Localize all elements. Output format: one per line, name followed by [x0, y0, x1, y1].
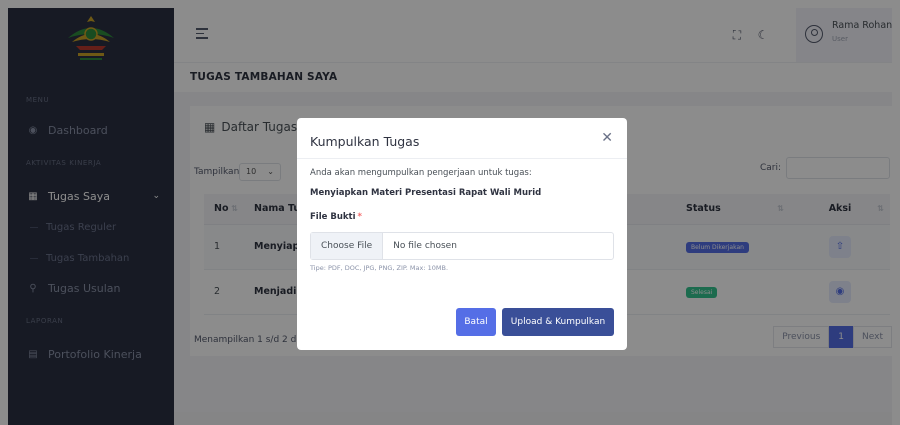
- choose-file-button[interactable]: Choose File: [311, 233, 384, 259]
- cancel-button[interactable]: Batal: [456, 308, 496, 336]
- file-label-text: File Bukti: [310, 212, 356, 222]
- modal-task-name: Menyiapkan Materi Presentasi Rapat Wali …: [310, 188, 542, 198]
- file-status: No file chosen: [393, 241, 457, 251]
- modal-divider: [297, 158, 627, 159]
- file-label: File Bukti *: [310, 212, 362, 222]
- file-hint: Tipe: PDF, DOC, JPG, PNG, ZIP. Max: 10MB…: [310, 264, 449, 272]
- close-icon[interactable]: ✕: [601, 130, 613, 146]
- submit-task-modal: Kumpulkan Tugas ✕ Anda akan mengumpulkan…: [297, 118, 627, 350]
- upload-submit-button[interactable]: Upload & Kumpulkan: [502, 308, 614, 336]
- file-input[interactable]: Choose File No file chosen: [310, 232, 614, 260]
- modal-title: Kumpulkan Tugas: [310, 134, 420, 149]
- required-mark: *: [357, 212, 362, 222]
- modal-description: Anda akan mengumpulkan pengerjaan untuk …: [310, 168, 532, 178]
